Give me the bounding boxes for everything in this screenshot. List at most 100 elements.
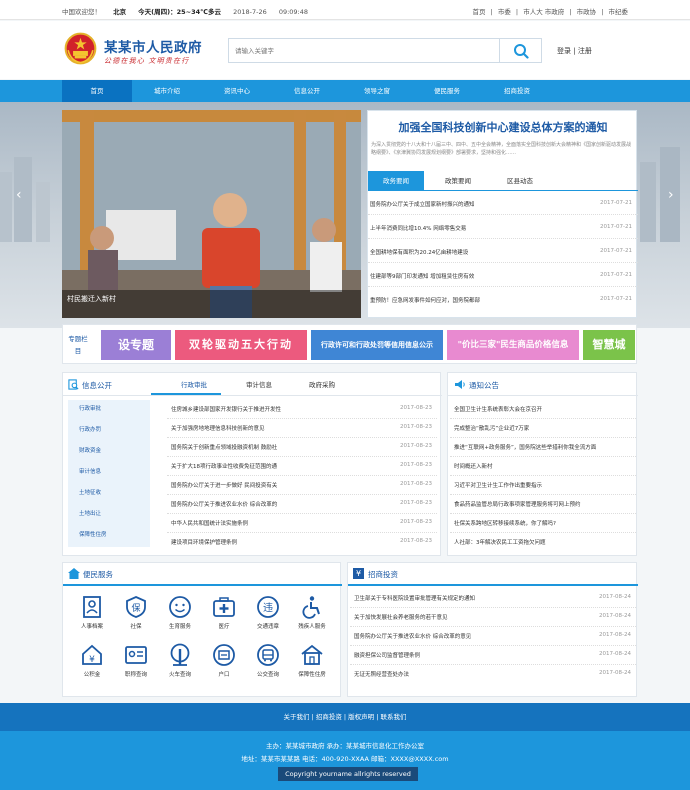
top-link-cppcc[interactable]: 市政协 <box>577 8 597 16</box>
table-row[interactable]: 卫生部关于专科医院设置审批管理有关规定的通知 2017-08-24 <box>350 588 636 608</box>
top-link-discipline[interactable]: 市纪委 <box>609 8 629 16</box>
image-slider[interactable]: 村民搬迁入新村 1234 <box>62 110 361 318</box>
tab-admin-approval[interactable]: 行政审批 <box>181 379 207 389</box>
table-row[interactable]: 住房城乡建设部国家开发银行关于推进开发性 2017-08-23 <box>167 399 437 419</box>
topic-banner-5[interactable]: 智慧城 <box>583 330 635 360</box>
row-date: 2017-08-24 <box>599 670 631 676</box>
service-label: 社保 <box>130 624 142 630</box>
tab-audit-info[interactable]: 审计信息 <box>246 379 272 389</box>
table-row[interactable]: 关于加快发展社会养老服务的若干意见 2017-08-24 <box>350 607 636 627</box>
table-row[interactable]: 融资担保公司监督管理条例 2017-08-24 <box>350 645 636 665</box>
list-item[interactable]: 社保关系跨地区转移接续系统，你了解吗? <box>450 513 636 533</box>
service-medical[interactable]: 医疗 <box>202 595 246 633</box>
sidebar-item-land-transfer[interactable]: 土地出让 <box>79 509 101 517</box>
table-row[interactable]: 建设项目环境保护管理条例 2017-08-23 <box>167 532 437 552</box>
notice-item-text: 习近平对卫生计生工作作出重要指示 <box>454 483 543 489</box>
list-item[interactable]: 国务院办公厅关于成立国家新村振兴的通知 2017-07-21 <box>368 193 638 215</box>
nav-item-city[interactable]: 城市介绍 <box>132 80 202 102</box>
nav-item-service[interactable]: 便民服务 <box>412 80 482 102</box>
sidebar-item-audit[interactable]: 审计信息 <box>79 467 101 475</box>
headline-title[interactable]: 加强全国科技创新中心建设总体方案的通知 <box>368 119 638 135</box>
news-title: 重预防！应急网发事件如何应对，国务院都部 <box>370 298 481 304</box>
list-item[interactable]: 上半年消费同比增10.4% 网络零售交易 2017-07-21 <box>368 217 638 239</box>
service-housing[interactable]: 保障性住房 <box>290 643 334 681</box>
list-item[interactable]: 住建部等9部门印发通知 增加租赁住房有效 2017-07-21 <box>368 265 638 287</box>
sidebar-item-approval[interactable]: 行政审批 <box>79 404 101 412</box>
service-household[interactable]: 户口 <box>202 643 246 681</box>
service-bus[interactable]: 公交查询 <box>246 643 290 681</box>
sidebar-item-land-expropriation[interactable]: 土地征收 <box>79 488 101 496</box>
list-item[interactable]: 人社部：3年解决农民工工资拖欠问题 <box>450 532 636 552</box>
top-link-party[interactable]: 市委 <box>498 8 511 16</box>
news-date: 2017-07-21 <box>600 224 632 230</box>
news-date: 2017-07-21 <box>600 248 632 254</box>
nav-item-info[interactable]: 信息公开 <box>272 80 342 102</box>
nav-item-invest[interactable]: 招商投资 <box>482 80 552 102</box>
table-row[interactable]: 国务院办公厅关于进一步做好 民间投资有关 2017-08-23 <box>167 475 437 495</box>
list-item[interactable]: 推进“互联网+政务服务”，国务院这些举措利你我全流方面 <box>450 437 636 457</box>
separator: | <box>569 8 572 16</box>
footer-links[interactable]: 关于我们 | 招商投资 | 版权声明 | 联系我们 <box>0 703 690 731</box>
service-train[interactable]: 火车查询 <box>158 643 202 681</box>
login-link[interactable]: 登录 <box>557 47 571 55</box>
topic-banner-3[interactable]: 行政许可和行政处罚等信用信息公示 <box>311 330 443 360</box>
next-arrow-icon[interactable]: › <box>668 187 674 203</box>
service-label: 生育服务 <box>168 624 191 630</box>
top-link-congress[interactable]: 市人大 市政府 <box>523 8 564 16</box>
table-row[interactable]: 国务院办公厅关于推进农业水价 综合改革的 2017-08-23 <box>167 494 437 514</box>
row-title: 无证无照经营查处办法 <box>354 672 410 678</box>
service-label: 火车查询 <box>168 672 191 678</box>
search-button[interactable] <box>499 38 542 63</box>
service-personnel-file[interactable]: 人事档案 <box>70 595 114 633</box>
list-item[interactable]: 重预防！应急网发事件如何应对，国务院都部 2017-07-21 <box>368 289 638 311</box>
notice-item-text: 时间概还入新村 <box>454 464 493 470</box>
service-maternity[interactable]: 生育服务 <box>158 595 202 633</box>
tab-policy-news[interactable]: 政策要闻 <box>430 171 486 191</box>
table-row[interactable]: 国务院办公厅关于推进农业水价 综合改革的意见 2017-08-24 <box>350 626 636 646</box>
topic-banner-1[interactable]: 设专题 <box>101 330 171 360</box>
tab-district-news[interactable]: 区县动态 <box>492 171 548 191</box>
top-bar: 中国欢迎您！ 北京 今天(周四)：25~34℃多云 2018-7-26 09:0… <box>0 0 690 20</box>
list-item[interactable]: 时间概还入新村 <box>450 456 636 476</box>
top-link-home[interactable]: 首页 <box>472 8 485 16</box>
nav-item-leaders[interactable]: 领导之窗 <box>342 80 412 102</box>
sidebar-item-penalty[interactable]: 行政办罚 <box>79 425 101 433</box>
table-row[interactable]: 国务院关于创新重点领域投融资机制 鼓励社 2017-08-23 <box>167 437 437 457</box>
table-row[interactable]: 中华人民共和国统计法实施条例 2017-08-23 <box>167 513 437 533</box>
search-input[interactable] <box>228 38 499 63</box>
nav-item-news[interactable]: 资讯中心 <box>202 80 272 102</box>
separator: | <box>601 8 604 16</box>
list-item[interactable]: 全国卫生计生系统表彰大会在京召开 <box>450 399 636 419</box>
table-row[interactable]: 关于加强房地地理信息科技创新的意见 2017-08-23 <box>167 418 437 438</box>
prev-arrow-icon[interactable]: ‹ <box>16 187 22 203</box>
tab-procurement[interactable]: 政府采购 <box>309 379 335 389</box>
service-traffic-violation[interactable]: 违 交通违章 <box>246 595 290 633</box>
service-social-security[interactable]: 保 社保 <box>114 595 158 633</box>
row-date: 2017-08-23 <box>400 538 432 544</box>
news-title: 上半年消费同比增10.4% 网络零售交易 <box>370 226 467 232</box>
service-housing-fund[interactable]: ¥ 公积金 <box>70 643 114 681</box>
service-title-query[interactable]: 职称查询 <box>114 643 158 681</box>
welcome-text: 中国欢迎您！ <box>62 8 101 16</box>
list-item[interactable]: 全国耕地保有面积为20.24亿亩耕地建设 2017-07-21 <box>368 241 638 263</box>
row-date: 2017-08-23 <box>400 443 432 449</box>
list-item[interactable]: 习近平对卫生计生工作作出重要指示 <box>450 475 636 495</box>
row-title: 关于加强房地地理信息科技创新的意见 <box>171 426 265 432</box>
service-disability[interactable]: 残疾人服务 <box>290 595 334 633</box>
list-item[interactable]: 食品药品监管总局行政事项家管理服务将可网上预约 <box>450 494 636 514</box>
news-date: 2017-07-21 <box>600 200 632 206</box>
train-icon <box>170 643 190 666</box>
table-row[interactable]: 关于扩大18项行政事业性收费免征范围的通 2017-08-23 <box>167 456 437 476</box>
nav-item-home[interactable]: 首页 <box>62 80 132 102</box>
time-text: 09:09:48 <box>278 8 309 16</box>
service-label: 公交查询 <box>256 672 279 678</box>
topic-banner-4[interactable]: "价比三家"民生商品价格信息 <box>447 330 579 360</box>
tab-gov-news[interactable]: 政务要闻 <box>368 171 424 191</box>
disability-icon <box>302 596 320 619</box>
register-link[interactable]: 注册 <box>578 47 592 55</box>
list-item[interactable]: 完成整治“散乱污”企业近7万家 <box>450 418 636 438</box>
table-row[interactable]: 无证无照经营查处办法 2017-08-24 <box>350 664 636 684</box>
topic-banner-2[interactable]: 双轮驱动五大行动 <box>175 330 307 360</box>
sidebar-item-housing[interactable]: 保障性住房 <box>79 530 107 538</box>
sidebar-item-finance[interactable]: 财政资金 <box>79 446 101 454</box>
